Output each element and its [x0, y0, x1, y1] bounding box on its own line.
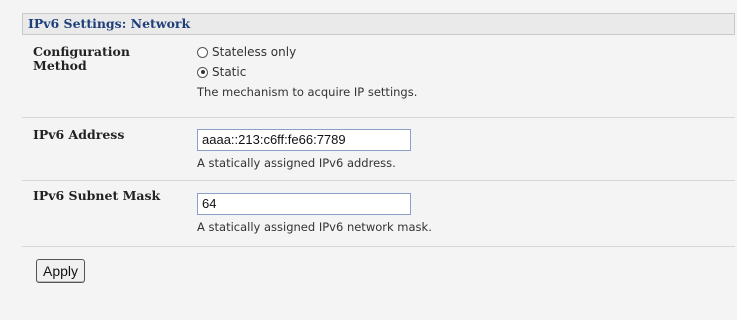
subnet-mask-row: IPv6 Subnet Mask 64 A statically assigne… [22, 180, 735, 247]
radio-static-label: Static [212, 65, 247, 79]
radio-checked-icon [197, 66, 208, 78]
config-method-options: Stateless only Static The mechanism to a… [197, 42, 417, 100]
ipv6-address-label: IPv6 Address [33, 127, 125, 142]
ipv6-settings-panel: IPv6 Settings: Network Configuration Met… [22, 13, 735, 313]
subnet-mask-label: IPv6 Subnet Mask [33, 188, 161, 203]
ipv6-address-hint: A statically assigned IPv6 address. [197, 156, 396, 170]
config-method-label: Configuration Method [33, 44, 130, 73]
apply-button[interactable]: Apply [36, 259, 86, 283]
radio-stateless-label: Stateless only [212, 45, 297, 59]
config-method-hint: The mechanism to acquire IP settings. [197, 85, 418, 99]
radio-static[interactable]: Static [197, 62, 417, 82]
config-method-row: Configuration Method Stateless only Stat… [22, 35, 735, 118]
subnet-mask-input[interactable]: 64 [197, 193, 411, 215]
ipv6-address-input[interactable]: aaaa::213:c6ff:fe66:7789 [197, 129, 411, 151]
radio-unchecked-icon [197, 46, 208, 58]
panel-title: IPv6 Settings: Network [22, 13, 735, 35]
subnet-mask-value: 64 A statically assigned IPv6 network ma… [197, 193, 432, 235]
subnet-mask-hint: A statically assigned IPv6 network mask. [197, 220, 432, 234]
ipv6-address-row: IPv6 Address aaaa::213:c6ff:fe66:7789 A … [22, 117, 735, 181]
ipv6-address-value: aaaa::213:c6ff:fe66:7789 A statically as… [197, 129, 411, 171]
radio-stateless-only[interactable]: Stateless only [197, 42, 417, 62]
